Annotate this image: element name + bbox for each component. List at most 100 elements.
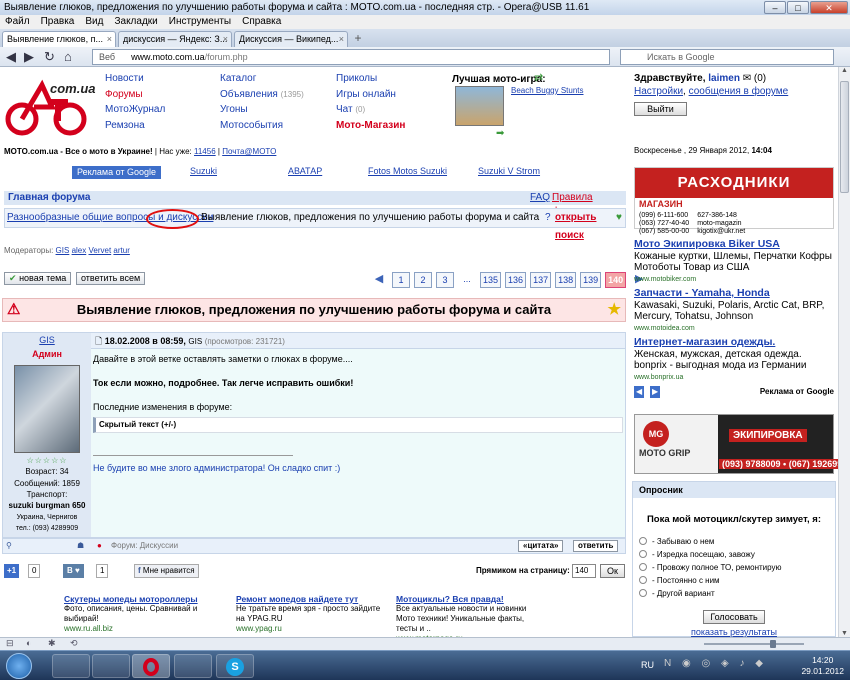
moderator-link[interactable]: artur — [113, 246, 129, 255]
star-icon[interactable]: ★ — [608, 299, 621, 321]
ad-title[interactable]: Ремонт мопедов найдете тут — [236, 594, 386, 604]
user-profile-icon[interactable]: ☗ — [77, 539, 84, 553]
moto-logo-icon[interactable]: com.ua — [4, 77, 96, 137]
nav-classifieds[interactable]: Объявления — [220, 89, 278, 100]
ad-title[interactable]: Интернет-магазин одежды. — [634, 336, 834, 349]
moderator-link[interactable]: GIS — [56, 246, 70, 255]
ad-url[interactable]: www.motobiker.com — [634, 274, 834, 286]
logout-button[interactable]: Выйти — [634, 102, 687, 116]
poll-option[interactable]: - Провожу полное ТО, ремонтирую — [633, 561, 835, 574]
page-link[interactable]: 1 — [392, 272, 410, 288]
radio-icon[interactable] — [639, 576, 647, 584]
faq-link[interactable]: FAQ — [530, 191, 550, 205]
adsense-label[interactable]: Реклама от Google — [760, 386, 834, 398]
spoiler-toggle[interactable]: Скрытый текст (+/-) — [93, 417, 623, 433]
ad-title[interactable]: Скутеры мопеды мотороллеры — [64, 594, 214, 604]
new-tab-icon[interactable]: + — [350, 31, 366, 47]
page-link[interactable]: 138 — [555, 272, 577, 288]
refresh-arrows-icon[interactable]: ⇄ — [534, 71, 543, 84]
back-arrow-icon[interactable]: ◀ — [6, 49, 16, 64]
turbo-icon[interactable]: ✱ — [48, 638, 56, 649]
page-link[interactable]: 136 — [505, 272, 527, 288]
nav-events[interactable]: Мотособытия — [220, 118, 304, 134]
radio-icon[interactable] — [639, 563, 647, 571]
page-scrollbar[interactable]: ▲ ▼ — [838, 67, 850, 637]
scroll-up-icon[interactable]: ▲ — [839, 67, 850, 74]
tab-yandex[interactable]: дискуссия — Яндекс: З... × — [118, 31, 232, 47]
ad-title[interactable]: Мото Экипировка Biker USA — [634, 238, 834, 251]
zoom-slider-handle[interactable] — [770, 640, 776, 648]
nav-forums[interactable]: Форумы — [105, 87, 165, 103]
nav-catalog[interactable]: Каталог — [220, 71, 304, 87]
settings-link[interactable]: Настройки — [634, 86, 683, 97]
file-explorer-icon[interactable] — [174, 654, 212, 678]
game-link[interactable]: Beach Buggy Stunts — [511, 86, 584, 95]
nav-motojournal[interactable]: МотоЖурнал — [105, 102, 165, 118]
nav-theft[interactable]: Угоны — [220, 102, 304, 118]
scrollbar-thumb[interactable] — [840, 81, 849, 193]
menu-view[interactable]: Вид — [85, 15, 103, 29]
game-thumbnail[interactable] — [455, 86, 504, 126]
close-tab-icon[interactable]: × — [339, 32, 344, 46]
close-icon[interactable]: ✕ — [810, 1, 848, 14]
scroll-down-icon[interactable]: ▼ — [839, 630, 850, 637]
forward-arrow-icon[interactable]: ▶ — [24, 49, 34, 64]
ad-url[interactable]: www.ypag.ru — [236, 624, 386, 634]
poll-option[interactable]: - Изредка посещаю, завожу — [633, 548, 835, 561]
view-icon[interactable]: ◐ — [26, 638, 31, 648]
ad-prev-icon[interactable]: ◀ — [634, 386, 645, 398]
ad-link-vstrom[interactable]: Suzuki V Strom — [478, 166, 540, 176]
nav-news[interactable]: Новости — [105, 71, 165, 87]
home-icon[interactable]: ⌂ — [64, 49, 72, 64]
poll-option[interactable]: - Постоянно с ним — [633, 574, 835, 587]
messages-link[interactable]: сообщения в форуме — [689, 86, 789, 97]
language-indicator[interactable]: RU — [641, 660, 654, 670]
search-input[interactable]: Искать в Google — [620, 49, 834, 65]
page-link[interactable]: 137 — [530, 272, 552, 288]
page-link[interactable]: 139 — [580, 272, 602, 288]
radio-icon[interactable] — [639, 537, 647, 545]
maximize-icon[interactable]: □ — [787, 1, 809, 14]
author-link[interactable]: GIS — [3, 335, 91, 346]
ad-url[interactable]: www.ru.all.biz — [64, 624, 214, 634]
motogrip-banner[interactable]: MG MOTO GRIP ЭКИПИРОВКА (093) 9788009 • … — [634, 414, 850, 474]
menu-file[interactable]: Файл — [5, 15, 30, 29]
zoom-slider[interactable] — [704, 643, 804, 645]
start-orb-icon[interactable] — [6, 653, 32, 679]
internet-explorer-icon[interactable] — [52, 654, 90, 678]
moderator-link[interactable]: Vervet — [88, 246, 111, 255]
minimize-icon[interactable]: – — [764, 1, 786, 14]
open-search-link[interactable]: открыть поиск — [555, 209, 625, 245]
system-clock[interactable]: 14:20 29.01.2012 — [801, 655, 844, 677]
vk-like-button[interactable]: В ♥ — [63, 564, 84, 578]
prev-page-icon[interactable]: ◀ — [370, 272, 388, 288]
ad-link-suzuki[interactable]: Suzuki — [190, 166, 217, 176]
close-tab-icon[interactable]: × — [223, 32, 228, 46]
radio-icon[interactable] — [639, 550, 647, 558]
jump-ok-button[interactable]: Ок — [600, 564, 625, 578]
page-link[interactable]: 2 — [414, 272, 432, 288]
nav-shop[interactable]: Мото-Магазин — [336, 118, 405, 134]
reply-all-button[interactable]: ответить всем — [76, 272, 146, 285]
moderator-link[interactable]: alex — [72, 246, 87, 255]
mail-link[interactable]: Почта@MOTO — [222, 147, 276, 156]
ad-title[interactable]: Запчасти - Yamaha, Honda — [634, 287, 834, 300]
jump-page-input[interactable]: 140 — [572, 564, 596, 578]
nav-chat[interactable]: Чат — [336, 104, 353, 115]
page-link[interactable]: 3 — [436, 272, 454, 288]
ad-url[interactable]: www.motoidea.com — [634, 323, 834, 335]
new-topic-button[interactable]: ✔ новая тема — [4, 272, 72, 285]
tab-forum[interactable]: Выявление глюков, п... × — [2, 31, 116, 47]
username-link[interactable]: laimen — [708, 73, 740, 84]
forum-home-link[interactable]: Главная форума — [8, 191, 90, 205]
poll-option[interactable]: - Другой вариант — [633, 587, 835, 600]
panel-toggle-icon[interactable]: ⊟ — [6, 638, 14, 649]
quote-button[interactable]: «цитата» — [518, 540, 564, 552]
page-link[interactable]: 135 — [480, 272, 502, 288]
reload-icon[interactable]: ↻ — [44, 49, 55, 64]
menu-tools[interactable]: Инструменты — [169, 15, 231, 29]
search-help-link[interactable]: ? — [545, 209, 551, 227]
ad-title[interactable]: Мотоциклы? Вся правда! — [396, 594, 546, 604]
ad-url[interactable]: www.bonprix.ua — [634, 372, 834, 384]
nav-remzona[interactable]: Ремзона — [105, 118, 165, 134]
